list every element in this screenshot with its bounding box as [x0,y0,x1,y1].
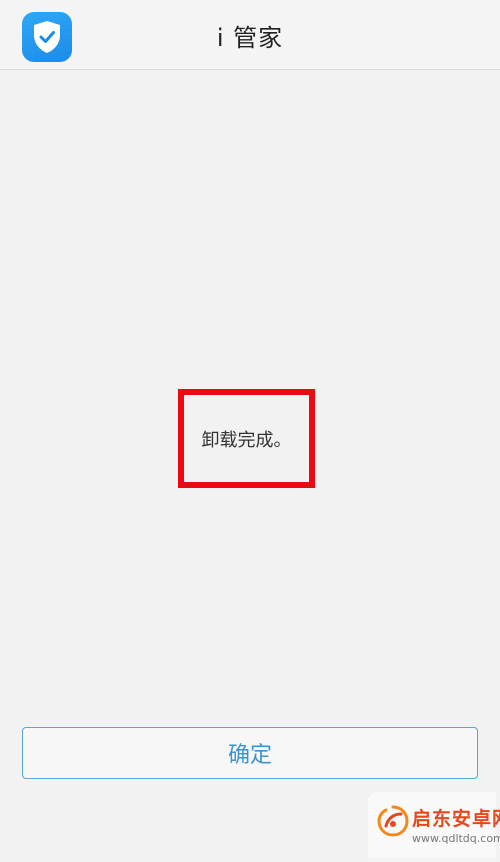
status-message: 卸载完成。 [201,429,292,451]
app-header: i 管家 [0,0,500,70]
watermark: 启东安卓网 www.qdltdq.com [368,792,500,858]
watermark-name: 启东安卓网 [412,808,500,830]
page-title: i 管家 [216,24,284,52]
watermark-url: www.qdltdq.com [412,832,500,845]
watermark-logo-icon [377,805,409,837]
confirm-button[interactable]: 确定 [22,727,478,779]
